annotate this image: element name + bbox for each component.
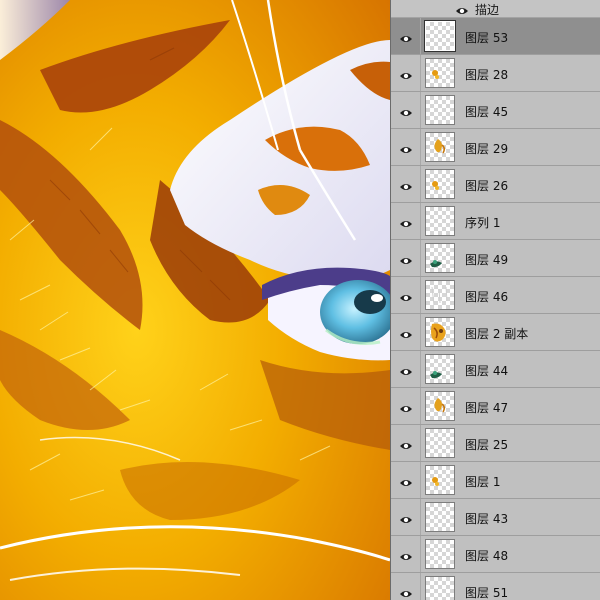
layer-thumbnail[interactable]: [425, 206, 455, 236]
layer-name[interactable]: 图层 49: [465, 251, 508, 268]
layer-row[interactable]: 图层 45: [391, 92, 600, 129]
layer-thumbnail[interactable]: [425, 317, 455, 347]
layer-thumbnail[interactable]: [425, 539, 455, 569]
layer-thumbnail[interactable]: [425, 354, 455, 384]
layer-name[interactable]: 图层 25: [465, 436, 508, 453]
eye-icon[interactable]: [399, 30, 413, 42]
eye-icon[interactable]: [399, 289, 413, 301]
eye-icon[interactable]: [455, 2, 469, 14]
tiger-fur-illustration: [0, 0, 390, 600]
eye-icon[interactable]: [399, 363, 413, 375]
eye-icon[interactable]: [399, 104, 413, 116]
layer-visibility-toggle[interactable]: [391, 92, 421, 128]
layer-visibility-toggle[interactable]: [391, 351, 421, 387]
layer-visibility-toggle[interactable]: [391, 129, 421, 165]
layer-thumbnail[interactable]: [425, 502, 455, 532]
eye-icon[interactable]: [399, 585, 413, 597]
layer-name[interactable]: 序列 1: [465, 214, 500, 231]
layer-row[interactable]: 图层 51: [391, 573, 600, 600]
layer-visibility-toggle[interactable]: [391, 166, 421, 202]
eye-icon[interactable]: [399, 326, 413, 338]
layer-thumbnail[interactable]: [425, 58, 455, 88]
layer-name[interactable]: 图层 28: [465, 66, 508, 83]
layer-row[interactable]: 图层 46: [391, 277, 600, 314]
layer-visibility-toggle[interactable]: [391, 425, 421, 461]
eye-icon[interactable]: [399, 511, 413, 523]
layer-visibility-toggle[interactable]: [391, 18, 421, 54]
layer-visibility-toggle[interactable]: [391, 314, 421, 350]
layer-thumbnail[interactable]: [424, 20, 456, 52]
layer-thumbnail[interactable]: [425, 391, 455, 421]
layer-thumbnail[interactable]: [425, 280, 455, 310]
layers-panel: 描边 图层 53 图层 28 图层 45 图层 29 图层 26 序列 1 图层 49 图层 …: [390, 0, 600, 600]
layer-name[interactable]: 图层 1: [465, 473, 500, 490]
layer-visibility-toggle[interactable]: [391, 388, 421, 424]
layer-thumbnail[interactable]: [425, 132, 455, 162]
layer-name[interactable]: 图层 45: [465, 103, 508, 120]
layer-row[interactable]: 图层 44: [391, 351, 600, 388]
layer-name[interactable]: 图层 47: [465, 399, 508, 416]
layer-name[interactable]: 图层 43: [465, 510, 508, 527]
layer-thumbnail[interactable]: [425, 428, 455, 458]
layer-row[interactable]: 序列 1: [391, 203, 600, 240]
layer-visibility-toggle[interactable]: [391, 203, 421, 239]
layer-row[interactable]: 图层 47: [391, 388, 600, 425]
layer-name[interactable]: 图层 46: [465, 288, 508, 305]
eye-icon[interactable]: [399, 178, 413, 190]
layer-visibility-toggle[interactable]: [391, 499, 421, 535]
layer-thumbnail[interactable]: [425, 95, 455, 125]
layer-visibility-toggle[interactable]: [391, 240, 421, 276]
layer-row[interactable]: 图层 49: [391, 240, 600, 277]
layer-visibility-toggle[interactable]: [391, 462, 421, 498]
layer-thumbnail[interactable]: [425, 243, 455, 273]
layer-name[interactable]: 图层 2 副本: [465, 325, 528, 342]
eye-icon[interactable]: [399, 474, 413, 486]
layer-row[interactable]: 图层 29: [391, 129, 600, 166]
layer-thumbnail[interactable]: [425, 169, 455, 199]
eye-icon[interactable]: [399, 252, 413, 264]
effect-row-stroke[interactable]: 描边: [391, 0, 600, 18]
layer-thumbnail[interactable]: [425, 576, 455, 600]
layer-name[interactable]: 图层 48: [465, 547, 508, 564]
layer-row[interactable]: 图层 1: [391, 462, 600, 499]
layer-row[interactable]: 图层 26: [391, 166, 600, 203]
layer-visibility-toggle[interactable]: [391, 536, 421, 572]
layer-name[interactable]: 图层 44: [465, 362, 508, 379]
canvas-artwork[interactable]: [0, 0, 390, 600]
eye-icon[interactable]: [399, 215, 413, 227]
layer-name[interactable]: 图层 26: [465, 177, 508, 194]
layer-row[interactable]: 图层 25: [391, 425, 600, 462]
layer-row[interactable]: 图层 28: [391, 55, 600, 92]
layer-row[interactable]: 图层 2 副本: [391, 314, 600, 351]
layer-visibility-toggle[interactable]: [391, 277, 421, 313]
layer-visibility-toggle[interactable]: [391, 55, 421, 91]
layer-name[interactable]: 图层 51: [465, 584, 508, 600]
layer-row[interactable]: 图层 53: [391, 18, 600, 55]
effect-label: 描边: [475, 3, 500, 17]
eye-icon[interactable]: [399, 437, 413, 449]
layer-thumbnail[interactable]: [425, 465, 455, 495]
layer-name[interactable]: 图层 29: [465, 140, 508, 157]
eye-icon[interactable]: [399, 141, 413, 153]
eye-icon[interactable]: [399, 67, 413, 79]
layer-list: 图层 53 图层 28 图层 45 图层 29 图层 26 序列 1 图层 49 图层 46 图…: [391, 18, 600, 600]
eye-icon[interactable]: [399, 548, 413, 560]
eye-icon[interactable]: [399, 400, 413, 412]
layer-row[interactable]: 图层 43: [391, 499, 600, 536]
layer-name[interactable]: 图层 53: [465, 29, 508, 46]
layer-row[interactable]: 图层 48: [391, 536, 600, 573]
layer-visibility-toggle[interactable]: [391, 573, 421, 600]
